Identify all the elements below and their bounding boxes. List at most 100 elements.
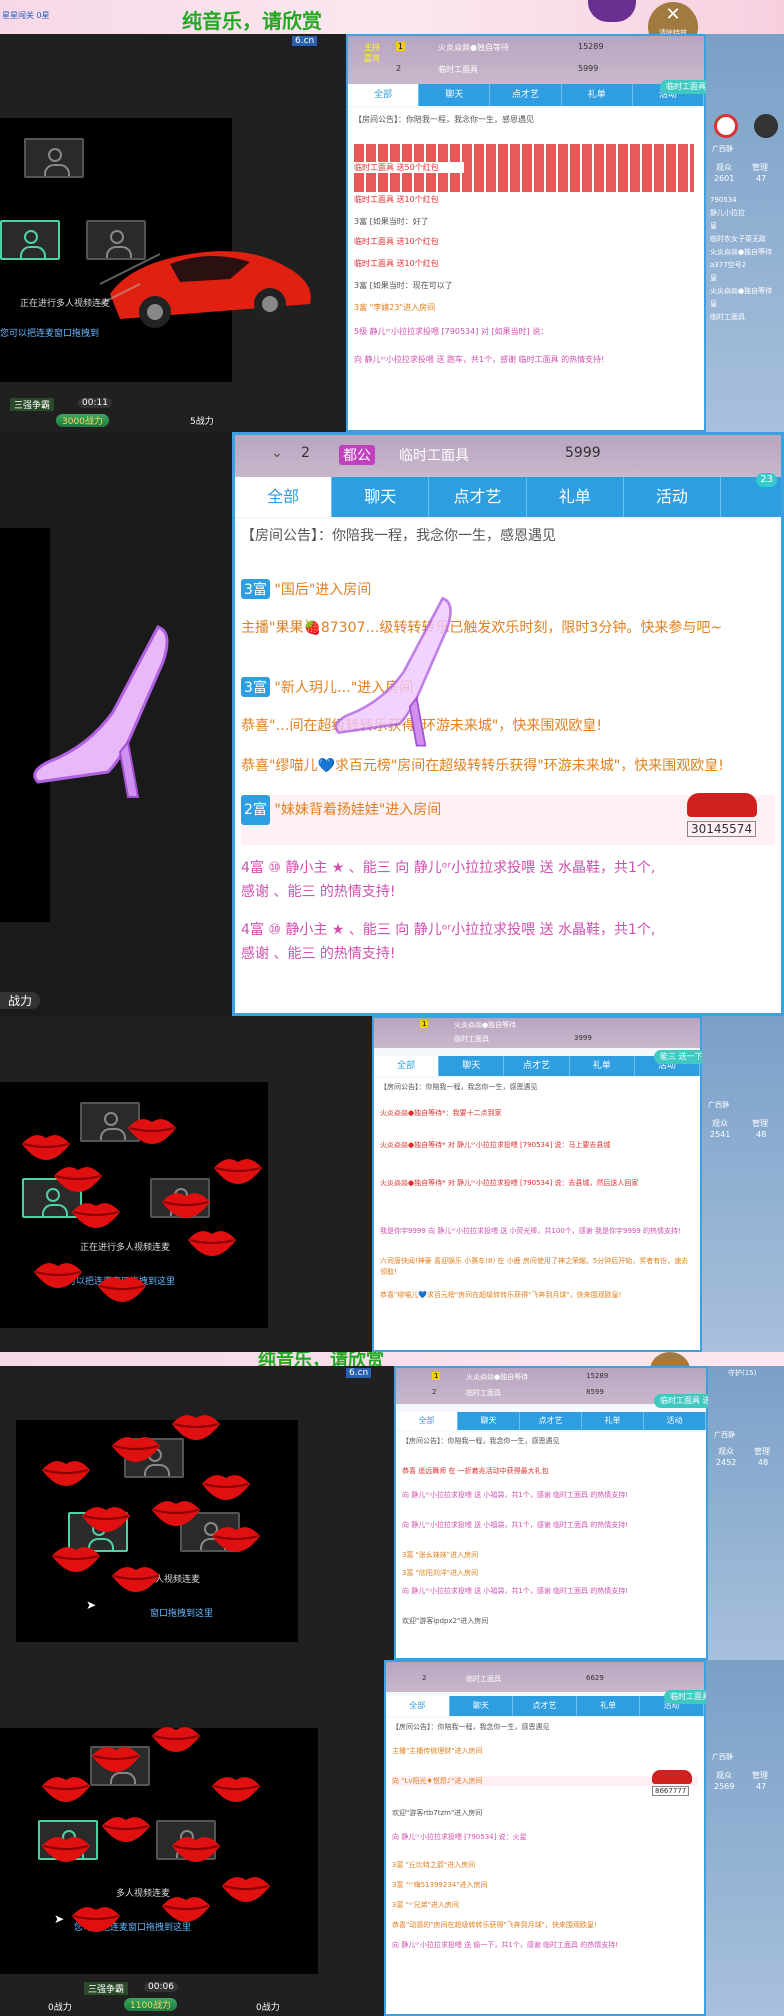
chat-message: 3富 "张幺妹妹"进入房间 [402, 1551, 479, 1559]
admin-label: 管理 [752, 1771, 768, 1780]
admin-count: 47 [756, 174, 767, 183]
chat-message: 欢迎"游客ipdpx2"进入房间 [402, 1617, 489, 1625]
anchor-name: 广西静 [712, 145, 733, 153]
kiss-lips-icon [102, 1817, 150, 1842]
tab-gifts[interactable]: 礼单 [561, 84, 633, 106]
tab-gifts[interactable]: 礼单 [526, 477, 624, 517]
tab-chat[interactable]: 聊天 [419, 84, 491, 106]
chat-tabs: 全部 聊天 点才艺 礼单 活动 [396, 1412, 706, 1430]
chat-message: 恭喜 遥远舞师 在 一折着兆活动中获得最大礼包 [402, 1467, 549, 1475]
chat-list: 【房间公告】：你陪我一程，我念你一生，感恩遇见 火炎焱燚●独自等待*：我要十二点… [374, 1078, 700, 1350]
cursor-icon: ➤ [54, 1912, 65, 1926]
chat-message: 3富 "欣阳刘洋"进入房间 [402, 1569, 479, 1577]
tab-gifts[interactable]: 礼单 [582, 1412, 644, 1430]
chat-message: 欢迎"游客rtb7tzm"进入房间 [392, 1809, 483, 1817]
power-left: 3000战力 [56, 414, 109, 427]
tab-all[interactable]: 全部 [386, 1696, 450, 1716]
chat-message: 3富 "丘比特之箭"进入房间 [392, 1861, 476, 1869]
tab-all[interactable]: 全部 [374, 1056, 440, 1076]
tab-talent[interactable]: 点才艺 [429, 477, 527, 517]
chat-message: 3富 "国后"进入房间 [241, 579, 775, 599]
mic-seat[interactable] [24, 138, 84, 178]
chat-list: 【房间公告】：你陪我一程，我念你一生，感恩遇见 恭喜 遥远舞师 在 一折着兆活动… [396, 1432, 706, 1658]
user-list-item[interactable]: a377空号2 [710, 259, 780, 272]
tab-activity[interactable]: 活动 [623, 477, 722, 517]
kiss-lips-icon [72, 1203, 120, 1228]
power-left: 0战力 [48, 2003, 72, 2013]
rank-2-num: 2 [396, 64, 402, 73]
audience-count: 2601 [714, 174, 735, 183]
mic-seat-active[interactable] [0, 220, 60, 260]
tab-talent[interactable]: 点才艺 [513, 1696, 577, 1716]
timer: 00:11 [78, 398, 112, 408]
kiss-lips-icon [92, 1747, 140, 1772]
admin-label: 管理 [752, 163, 768, 172]
team-bar: 三强争霸 00:11 3000战力 5战力 [0, 398, 232, 432]
video-drag-hint: 您可以把连麦窗口拖拽到 [0, 329, 100, 339]
kiss-lips-icon [202, 1475, 250, 1500]
chat-message: 感谢 、能三 的热情支持! [241, 946, 396, 962]
user-list[interactable]: 790534 静儿小拉拉 皇 临时农女子菜无敌 火炎焱燚●独自等待 a377空号… [710, 194, 780, 324]
user-list-item[interactable]: 皇 [710, 298, 780, 311]
user-list-item[interactable]: 静儿小拉拉 [710, 207, 780, 220]
rank-2-num: 2 [301, 445, 310, 461]
rank-2-coins: 5999 [565, 445, 601, 461]
tab-chat[interactable]: 聊天 [458, 1412, 520, 1430]
chat-message: 向 静儿ᵒʳ小拉拉求投喂 送 小福袋，共1个，感谢 临时工面具 的热情支持! [402, 1587, 629, 1595]
anchor-name: 广西静 [708, 1101, 729, 1109]
power-right: 5战力 [190, 417, 214, 427]
user-list-item[interactable]: 皇 [710, 220, 780, 233]
anchor-name: 广西静 [714, 1431, 735, 1439]
rank-1-name: 火炎焱燚●独自等待 [454, 1021, 517, 1029]
tab-all[interactable]: 全部 [396, 1412, 458, 1430]
rank-1-coins: 15289 [578, 42, 604, 51]
kiss-lips-icon [128, 1119, 176, 1144]
video-area: 6.cn 正在进行多人视频连麦 您可以把连麦窗口拖拽到 三强争霸 00:11 3… [0, 34, 346, 432]
chat-list: 【房间公告】：你陪我一程，我念你一生，感恩遇见 3富 "国后"进入房间 主播"果… [235, 519, 781, 1013]
level-label: 星星闯关 0星 [2, 11, 50, 20]
audience-label: 观众 [712, 1119, 728, 1128]
tab-all[interactable]: 全部 [348, 84, 420, 106]
chat-tabs: 全部 聊天 点才艺 礼单 活动 23 [235, 473, 782, 517]
user-list-item[interactable]: 皇 [710, 272, 780, 285]
kiss-lips-icon [222, 1877, 270, 1902]
rank-1-num: 1 [432, 1372, 441, 1380]
tab-chat[interactable]: 聊天 [449, 1696, 514, 1716]
user-list-item[interactable]: 790534 [710, 194, 780, 207]
user-list-item[interactable]: 火炎焱燚●独自等待 [710, 246, 780, 259]
chevron-down-icon[interactable]: ⌄ [271, 445, 283, 461]
video-status-text: 正在进行多人视频连麦 [80, 1243, 171, 1253]
sports-car-gift-icon [100, 251, 311, 328]
car-icon [687, 793, 757, 817]
user-list-item[interactable]: 临时工面具 [710, 311, 780, 324]
chat-message: 我是你宇9999 向 静儿ᵒʳ小拉拉求投喂 送 小荧光棒，共100个，感谢 我是… [380, 1227, 681, 1235]
video-area: 战力 [0, 432, 232, 1016]
tab-chat[interactable]: 聊天 [332, 477, 430, 517]
chat-panel: ⌄ 2 都公 临时工面具 5999 全部 聊天 点才艺 礼单 活动 23 【房间… [232, 432, 784, 1016]
chat-message: 感谢 、能三 的热情支持! [241, 884, 396, 900]
kiss-lips-icon [162, 1897, 210, 1922]
user-list-item[interactable]: 火炎焱燚●独自等待 [710, 285, 780, 298]
rank-2-badge: 都公 [339, 445, 375, 465]
rank-2-num: 2 [422, 1674, 427, 1682]
tab-gifts[interactable]: 礼单 [576, 1696, 641, 1716]
rank-2-num: 2 [432, 1388, 437, 1396]
user-sidebar: 守护(15) 广西静 观众 2452 管理 48 [708, 1366, 784, 1660]
tab-talent[interactable]: 点才艺 [520, 1412, 582, 1430]
kiss-lips-icon [42, 1777, 90, 1802]
tab-talent[interactable]: 点才艺 [490, 84, 562, 106]
room-notice: 【房间公告】：你陪我一程，我念你一生，感恩遇见 [241, 528, 556, 544]
audience-label: 观众 [718, 1447, 734, 1456]
tab-gifts[interactable]: 礼单 [569, 1056, 635, 1076]
tab-all[interactable]: 全部 [235, 477, 333, 517]
chat-message: 火炎焱燚●独自等待*：我要十二点到家 [380, 1109, 502, 1117]
user-icon [100, 1112, 126, 1140]
tab-talent[interactable]: 点才艺 [504, 1056, 570, 1076]
tab-chat[interactable]: 聊天 [439, 1056, 505, 1076]
chat-message: 临时工面具 送50个红包 [354, 162, 464, 173]
user-list-item[interactable]: 临时农女子菜无敌 [710, 233, 780, 246]
user-icon [20, 230, 46, 258]
admin-count: 48 [758, 1458, 769, 1467]
kiss-lips-icon [98, 1277, 146, 1302]
tab-activity[interactable]: 活动 [644, 1412, 706, 1430]
